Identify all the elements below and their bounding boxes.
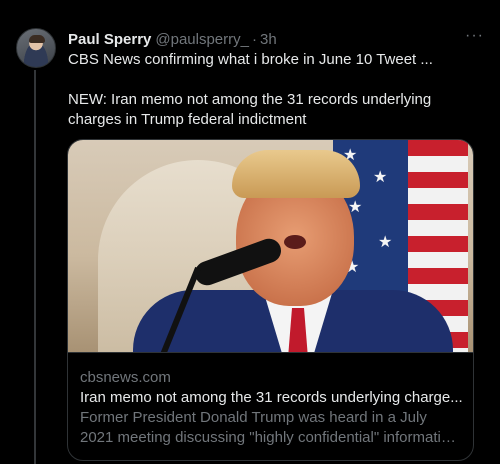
card-domain: cbsnews.com [80, 369, 171, 386]
speaker-hair [232, 150, 360, 198]
author-handle[interactable]: @paulsperry_ [155, 31, 249, 48]
tweet-timestamp[interactable]: 3h [260, 31, 277, 48]
card-description: Former President Donald Trump was heard … [80, 409, 458, 446]
tweet-text: CBS News confirming what i broke in June… [68, 50, 484, 130]
speaker-mouth [284, 235, 306, 249]
link-card[interactable]: ★ ★ ★ ★ ★ ★ ★ cbsnews.com Iran memo not … [67, 139, 474, 461]
card-body[interactable]: cbsnews.com Iran memo not among the 31 r… [80, 368, 463, 448]
card-title: Iran memo not among the 31 records under… [80, 389, 463, 406]
avatar-hair [29, 35, 45, 43]
separator-dot: · [251, 30, 257, 48]
thread-line [34, 70, 36, 464]
avatar[interactable] [16, 28, 56, 68]
tweet-header: Paul Sperry @paulsperry_ · 3h ··· [68, 27, 488, 49]
flag-star: ★ [378, 234, 393, 251]
tweet-text-line: NEW: Iran memo not among the 31 records … [68, 91, 432, 128]
tweet-text-line: CBS News confirming what i broke in June… [68, 51, 433, 68]
author-name[interactable]: Paul Sperry [68, 31, 151, 48]
flag-star: ★ [373, 169, 388, 186]
card-image[interactable]: ★ ★ ★ ★ ★ ★ ★ [68, 140, 473, 353]
more-options-icon[interactable]: ··· [465, 27, 484, 45]
